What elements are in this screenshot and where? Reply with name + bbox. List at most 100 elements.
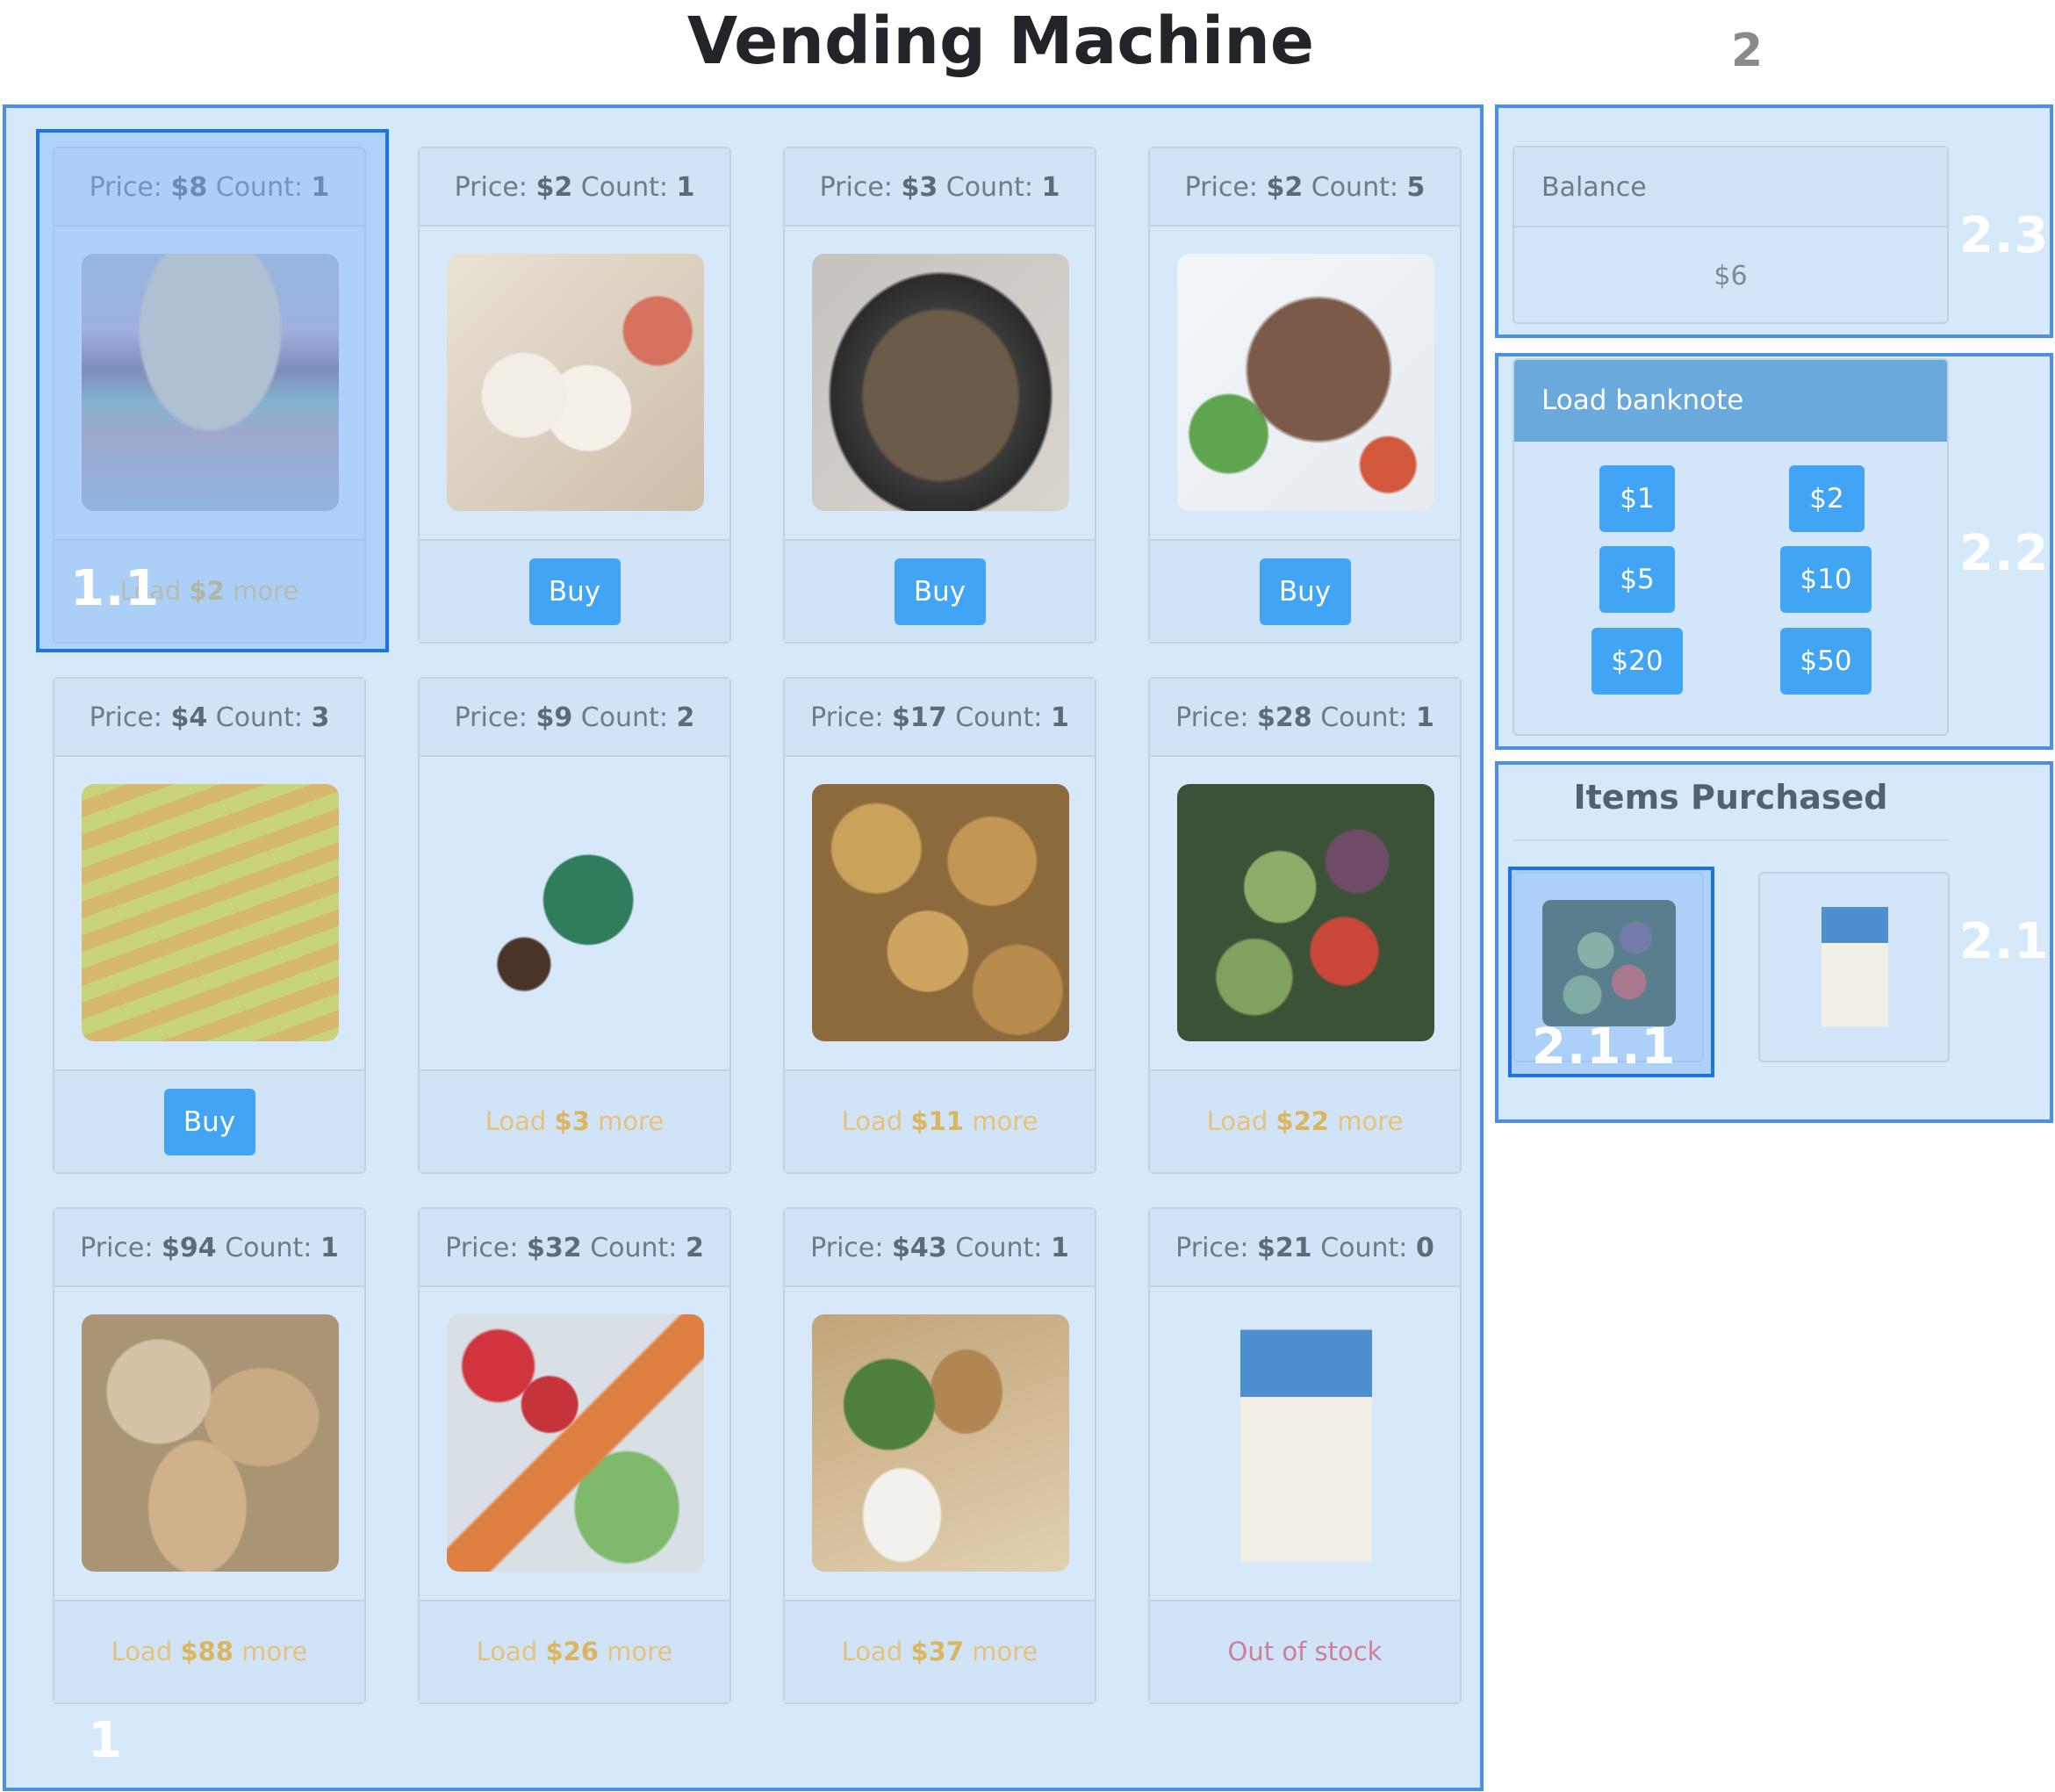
count-value: 5 — [1406, 172, 1426, 203]
product-price-header: Price: $9 Count: 2 — [420, 679, 729, 757]
cheese-bread-image — [82, 784, 339, 1041]
page-title: Vending Machine — [686, 4, 1315, 79]
price-value: $4 — [170, 702, 208, 733]
price-value: $9 — [535, 702, 573, 733]
price-value: $43 — [892, 1233, 947, 1263]
banknote-50-button[interactable]: $50 — [1780, 628, 1872, 694]
product-price-header: Price: $8 Count: 1 — [54, 148, 364, 227]
region-marker-2: 2 — [1731, 25, 1764, 77]
product-card: Price: $94 Count: 1 Load $88 more — [53, 1207, 366, 1704]
region-marker-2-3: 2.3 — [1959, 207, 2050, 264]
product-footer: Load $88 more — [54, 1600, 364, 1702]
product-price-header: Price: $32 Count: 2 — [420, 1209, 729, 1287]
beef-salad-image — [1177, 254, 1434, 511]
bread-rolls-image — [812, 784, 1069, 1041]
price-value: $2 — [1266, 172, 1304, 203]
count-value: 1 — [1415, 702, 1434, 733]
product-footer: Load $11 more — [785, 1069, 1095, 1172]
product-price-header: Price: $3 Count: 1 — [785, 148, 1095, 227]
product-card: Price: $9 Count: 2 Load $3 more — [418, 677, 731, 1174]
buy-button[interactable]: Buy — [894, 558, 986, 625]
purchased-item[interactable] — [1758, 872, 1950, 1062]
banknote-1-button[interactable]: $1 — [1599, 465, 1675, 532]
product-card: Price: $4 Count: 3 Buy — [53, 677, 366, 1174]
burger-image — [82, 254, 339, 511]
buy-button[interactable]: Buy — [1259, 558, 1351, 625]
product-price-header: Price: $4 Count: 3 — [54, 679, 364, 757]
product-card: Price: $3 Count: 1 Buy — [783, 147, 1096, 644]
product-footer: Load $26 more — [420, 1600, 729, 1702]
product-footer: Buy — [54, 1069, 364, 1172]
balance-card: Balance $6 — [1513, 146, 1949, 324]
grilled-vegetables-thumbnail — [1542, 900, 1676, 1026]
load-more-message: Load $26 more — [476, 1637, 673, 1666]
product-price-header: Price: $17 Count: 1 — [785, 679, 1095, 757]
bread-loaves-image — [82, 1314, 339, 1572]
product-card: Price: $2 Count: 1 Buy — [418, 147, 731, 644]
product-price-header: Price: $43 Count: 1 — [785, 1209, 1095, 1287]
product-card: Price: $2 Count: 5 Buy — [1148, 147, 1462, 644]
count-value: 1 — [320, 1233, 339, 1263]
banknote-2-button[interactable]: $2 — [1789, 465, 1865, 532]
region-marker-1-1: 1.1 — [70, 560, 161, 617]
price-value: $17 — [892, 702, 947, 733]
bounty-cookies-thumbnail — [1821, 907, 1888, 1026]
count-value: 2 — [676, 702, 695, 733]
product-price-header: Price: $94 Count: 1 — [54, 1209, 364, 1287]
price-value: $2 — [535, 172, 573, 203]
stir-fry-image — [812, 254, 1069, 511]
product-price-header: Price: $2 Count: 1 — [420, 148, 729, 227]
biscuits-box-image — [447, 784, 704, 1041]
price-value: $8 — [170, 172, 208, 203]
product-price-header: Price: $21 Count: 0 — [1150, 1209, 1460, 1287]
price-value: $32 — [527, 1233, 582, 1263]
out-of-stock-message: Out of stock — [1227, 1637, 1383, 1666]
buy-button[interactable]: Buy — [528, 558, 621, 625]
load-more-message: Load $37 more — [841, 1637, 1038, 1666]
bounty-cookies-image — [1240, 1314, 1372, 1572]
count-value: 1 — [676, 172, 695, 203]
product-footer: Buy — [420, 539, 729, 642]
product-price-header: Price: $28 Count: 1 — [1150, 679, 1460, 757]
items-purchased-title: Items Purchased — [1513, 771, 1949, 841]
product-card: Price: $21 Count: 0 Out of stock — [1148, 1207, 1462, 1704]
product-footer: Out of stock — [1150, 1600, 1460, 1702]
price-value: $28 — [1257, 702, 1312, 733]
product-price-header: Price: $2 Count: 5 — [1150, 148, 1460, 227]
balance-value: $6 — [1714, 261, 1748, 291]
balance-label: Balance — [1514, 148, 1947, 227]
product-card: Price: $43 Count: 1 Load $37 more — [783, 1207, 1096, 1704]
crudites-image — [447, 1314, 704, 1572]
product-card: Price: $32 Count: 2 Load $26 more — [418, 1207, 731, 1704]
price-value: $3 — [901, 172, 938, 203]
region-marker-1: 1 — [88, 1712, 123, 1769]
count-value: 1 — [1050, 702, 1069, 733]
spring-rolls-image — [447, 254, 704, 511]
load-more-message: Load $22 more — [1206, 1106, 1404, 1136]
region-marker-2-2: 2.2 — [1959, 525, 2050, 582]
load-more-message: Load $11 more — [841, 1106, 1038, 1136]
region-marker-2-1: 2.1 — [1959, 913, 2050, 970]
price-value: $21 — [1257, 1233, 1312, 1263]
load-more-message: Load $88 more — [111, 1637, 308, 1666]
price-value: $94 — [162, 1233, 217, 1263]
buy-button[interactable]: Buy — [163, 1089, 255, 1155]
product-footer: Buy — [1150, 539, 1460, 642]
load-more-message: Load $3 more — [485, 1106, 665, 1136]
banknote-5-button[interactable]: $5 — [1599, 546, 1675, 613]
count-value: 3 — [311, 702, 330, 733]
banknote-header: Load banknote — [1514, 360, 1947, 442]
banknote-20-button[interactable]: $20 — [1592, 628, 1683, 694]
product-footer: Load $22 more — [1150, 1069, 1460, 1172]
region-marker-2-1-1: 2.1.1 — [1532, 1018, 1677, 1076]
count-value: 0 — [1415, 1233, 1434, 1263]
banknote-10-button[interactable]: $10 — [1780, 546, 1872, 613]
count-value: 1 — [311, 172, 330, 203]
product-footer: Buy — [785, 539, 1095, 642]
count-value: 2 — [685, 1233, 704, 1263]
count-value: 1 — [1041, 172, 1060, 203]
product-card: Price: $28 Count: 1 Load $22 more — [1148, 677, 1462, 1174]
count-value: 1 — [1050, 1233, 1069, 1263]
product-card: Price: $17 Count: 1 Load $11 more — [783, 677, 1096, 1174]
sushi-box-image — [812, 1314, 1069, 1572]
